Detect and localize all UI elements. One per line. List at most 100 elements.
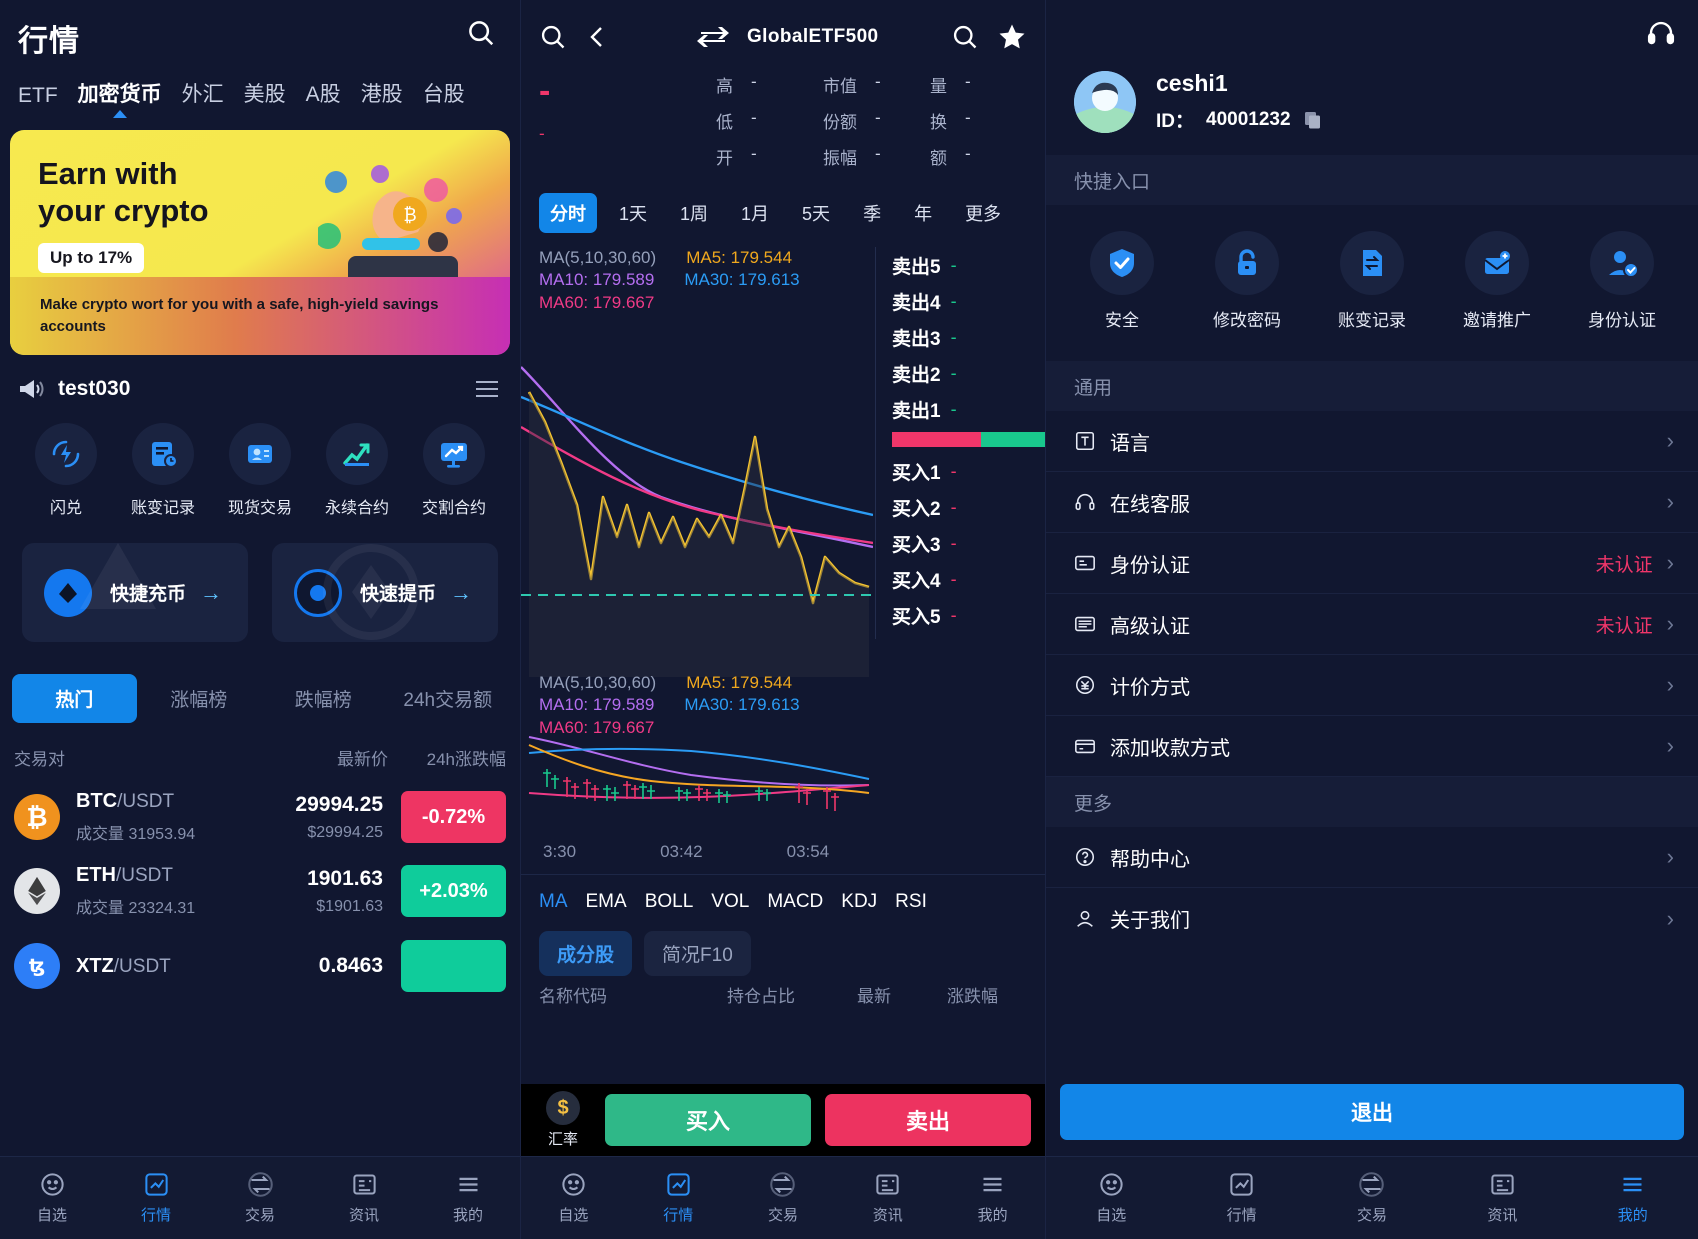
tab-us-stocks[interactable]: 美股 — [244, 78, 286, 118]
list-icon[interactable] — [474, 378, 500, 400]
quick-deposit-card[interactable]: 快捷充币 → — [22, 543, 248, 642]
nav-mine[interactable]: 我的 — [940, 1171, 1045, 1225]
settings-row-currency[interactable]: 计价方式 › — [1046, 655, 1698, 716]
star-icon[interactable] — [997, 22, 1027, 52]
swap-arrows-icon[interactable] — [697, 25, 729, 49]
period-quarter[interactable]: 季 — [852, 193, 892, 233]
back-chevron-icon[interactable] — [585, 24, 609, 50]
nav-trade[interactable]: 交易 — [208, 1171, 312, 1225]
nav-news[interactable]: 资讯 — [1437, 1171, 1567, 1225]
quick-entry-perpetual[interactable]: 永续合约 — [315, 423, 399, 518]
nav-market[interactable]: 行情 — [1176, 1171, 1306, 1225]
headset-icon[interactable] — [1646, 18, 1676, 48]
nav-trade[interactable]: 交易 — [731, 1171, 836, 1225]
nav-watchlist[interactable]: 自选 — [521, 1171, 626, 1225]
row-label: 身份认证 — [1110, 554, 1190, 577]
logout-button[interactable]: 退出 — [1060, 1084, 1684, 1140]
settings-row-support[interactable]: 在线客服 › — [1046, 472, 1698, 533]
quick-entry-label: 现货交易 — [227, 500, 292, 517]
sell-button[interactable]: 卖出 — [825, 1094, 1031, 1146]
indicator-rsi[interactable]: RSI — [895, 891, 927, 913]
nav-news[interactable]: 资讯 — [835, 1171, 940, 1225]
bid-value: - — [950, 460, 957, 481]
rank-tab-gainers[interactable]: 涨幅榜 — [137, 674, 262, 723]
settings-row-advanced-verify[interactable]: 高级认证 未认证 › — [1046, 594, 1698, 655]
search-icon[interactable] — [539, 23, 567, 51]
period-1w[interactable]: 1周 — [669, 193, 719, 233]
period-more[interactable]: 更多 — [954, 193, 1012, 233]
rate-button[interactable]: $ 汇率 — [535, 1091, 591, 1149]
indicator-ma[interactable]: MA — [539, 891, 568, 913]
candlestick-svg — [528, 736, 870, 811]
indicator-kdj[interactable]: KDJ — [841, 891, 877, 913]
row-price: 0.8463 — [318, 954, 383, 977]
rank-tab-losers[interactable]: 跌幅榜 — [261, 674, 386, 723]
period-1m[interactable]: 1月 — [730, 193, 780, 233]
table-row[interactable]: ₿ BTC/USDT 成交量 31953.94 29994.25 $29994.… — [0, 770, 520, 844]
nav-mine[interactable]: 我的 — [416, 1171, 520, 1225]
period-intraday[interactable]: 分时 — [539, 193, 597, 233]
nav-watchlist[interactable]: 自选 — [1046, 1171, 1176, 1225]
period-year[interactable]: 年 — [903, 193, 943, 233]
nav-mine[interactable]: 我的 — [1568, 1171, 1698, 1225]
chevron-right-icon: › — [1666, 489, 1674, 514]
quick-security[interactable]: 安全 — [1072, 231, 1172, 331]
banner-line1: Earn with — [38, 156, 178, 191]
bid-label: 买入4 — [892, 570, 941, 592]
nav-trade[interactable]: 交易 — [1307, 1171, 1437, 1225]
quick-entry-label: 永续合约 — [324, 500, 389, 517]
copy-icon[interactable] — [1303, 110, 1323, 130]
xtz-icon: ꜩ — [14, 943, 60, 989]
nav-label: 我的 — [977, 1207, 1008, 1224]
period-5d[interactable]: 5天 — [791, 193, 841, 233]
user-info[interactable]: ceshi1 ID： 40001232 — [1046, 48, 1698, 133]
settings-row-about-us[interactable]: 关于我们 › — [1046, 888, 1698, 949]
settings-row-language[interactable]: 语言 › — [1046, 411, 1698, 472]
quick-change-password[interactable]: 修改密码 — [1197, 231, 1297, 331]
tab-a-stocks[interactable]: A股 — [306, 78, 341, 118]
buy-button[interactable]: 买入 — [605, 1094, 811, 1146]
search-icon[interactable] — [951, 23, 979, 51]
section-general-header: 通用 — [1046, 361, 1698, 411]
indicator-macd[interactable]: MACD — [767, 891, 823, 913]
period-1d[interactable]: 1天 — [608, 193, 658, 233]
settings-row-id-verify[interactable]: 身份认证 未认证 › — [1046, 533, 1698, 594]
ma5: MA5: 179.544 — [686, 673, 793, 692]
settings-row-payment-method[interactable]: 添加收款方式 › — [1046, 716, 1698, 777]
quick-account-record[interactable]: 账变记录 — [1322, 231, 1422, 331]
nav-market[interactable]: 行情 — [626, 1171, 731, 1225]
quick-id-verify[interactable]: 身份认证 — [1572, 231, 1672, 331]
banner-line2: your crypto — [38, 192, 209, 228]
quick-invite[interactable]: 邀请推广 — [1447, 231, 1547, 331]
tab-crypto[interactable]: 加密货币 — [78, 78, 162, 118]
indicator-vol[interactable]: VOL — [711, 891, 749, 913]
quick-entry-account-record[interactable]: 账变记录 — [121, 423, 205, 518]
rank-tab-hot[interactable]: 热门 — [12, 674, 137, 723]
promo-banner[interactable]: Earn with your crypto Up to 17% ₿ Make c… — [10, 130, 510, 355]
tab-etf[interactable]: ETF — [18, 84, 58, 118]
bid-value: - — [950, 532, 957, 553]
quick-entry-delivery[interactable]: 交割合约 — [412, 423, 496, 518]
tab-forex[interactable]: 外汇 — [182, 78, 224, 118]
table-row[interactable]: ꜩ XTZ/USDT 0.8463 — [0, 918, 520, 992]
table-row[interactable]: ETH/USDT 成交量 23324.31 1901.63 $1901.63 +… — [0, 844, 520, 918]
indicator-boll[interactable]: BOLL — [645, 891, 694, 913]
main-chart[interactable]: MA(5,10,30,60) MA5: 179.544 MA10: 179.589… — [521, 247, 1045, 677]
tab-tw-stocks[interactable]: 台股 — [423, 78, 465, 118]
nav-market[interactable]: 行情 — [104, 1171, 208, 1225]
notice-bar[interactable]: test030 — [0, 355, 520, 401]
stat-key: 高 — [716, 77, 733, 96]
nav-news[interactable]: 资讯 — [312, 1171, 416, 1225]
username: ceshi1 — [1156, 70, 1228, 96]
indicator-ema[interactable]: EMA — [586, 891, 627, 913]
candlestick-chart[interactable] — [521, 735, 873, 830]
settings-row-help-center[interactable]: 帮助中心 › — [1046, 827, 1698, 888]
ma-title: MA(5,10,30,60) — [539, 673, 657, 692]
quick-withdraw-card[interactable]: 快速提币 → — [272, 543, 498, 642]
quick-entry-spot-trade[interactable]: 现货交易 — [218, 423, 302, 518]
quick-entry-flash-swap[interactable]: 闪兑 — [24, 423, 108, 518]
search-icon[interactable] — [466, 18, 496, 48]
nav-watchlist[interactable]: 自选 — [0, 1171, 104, 1225]
tab-hk-stocks[interactable]: 港股 — [361, 78, 403, 118]
rank-tab-volume[interactable]: 24h交易额 — [386, 674, 511, 723]
